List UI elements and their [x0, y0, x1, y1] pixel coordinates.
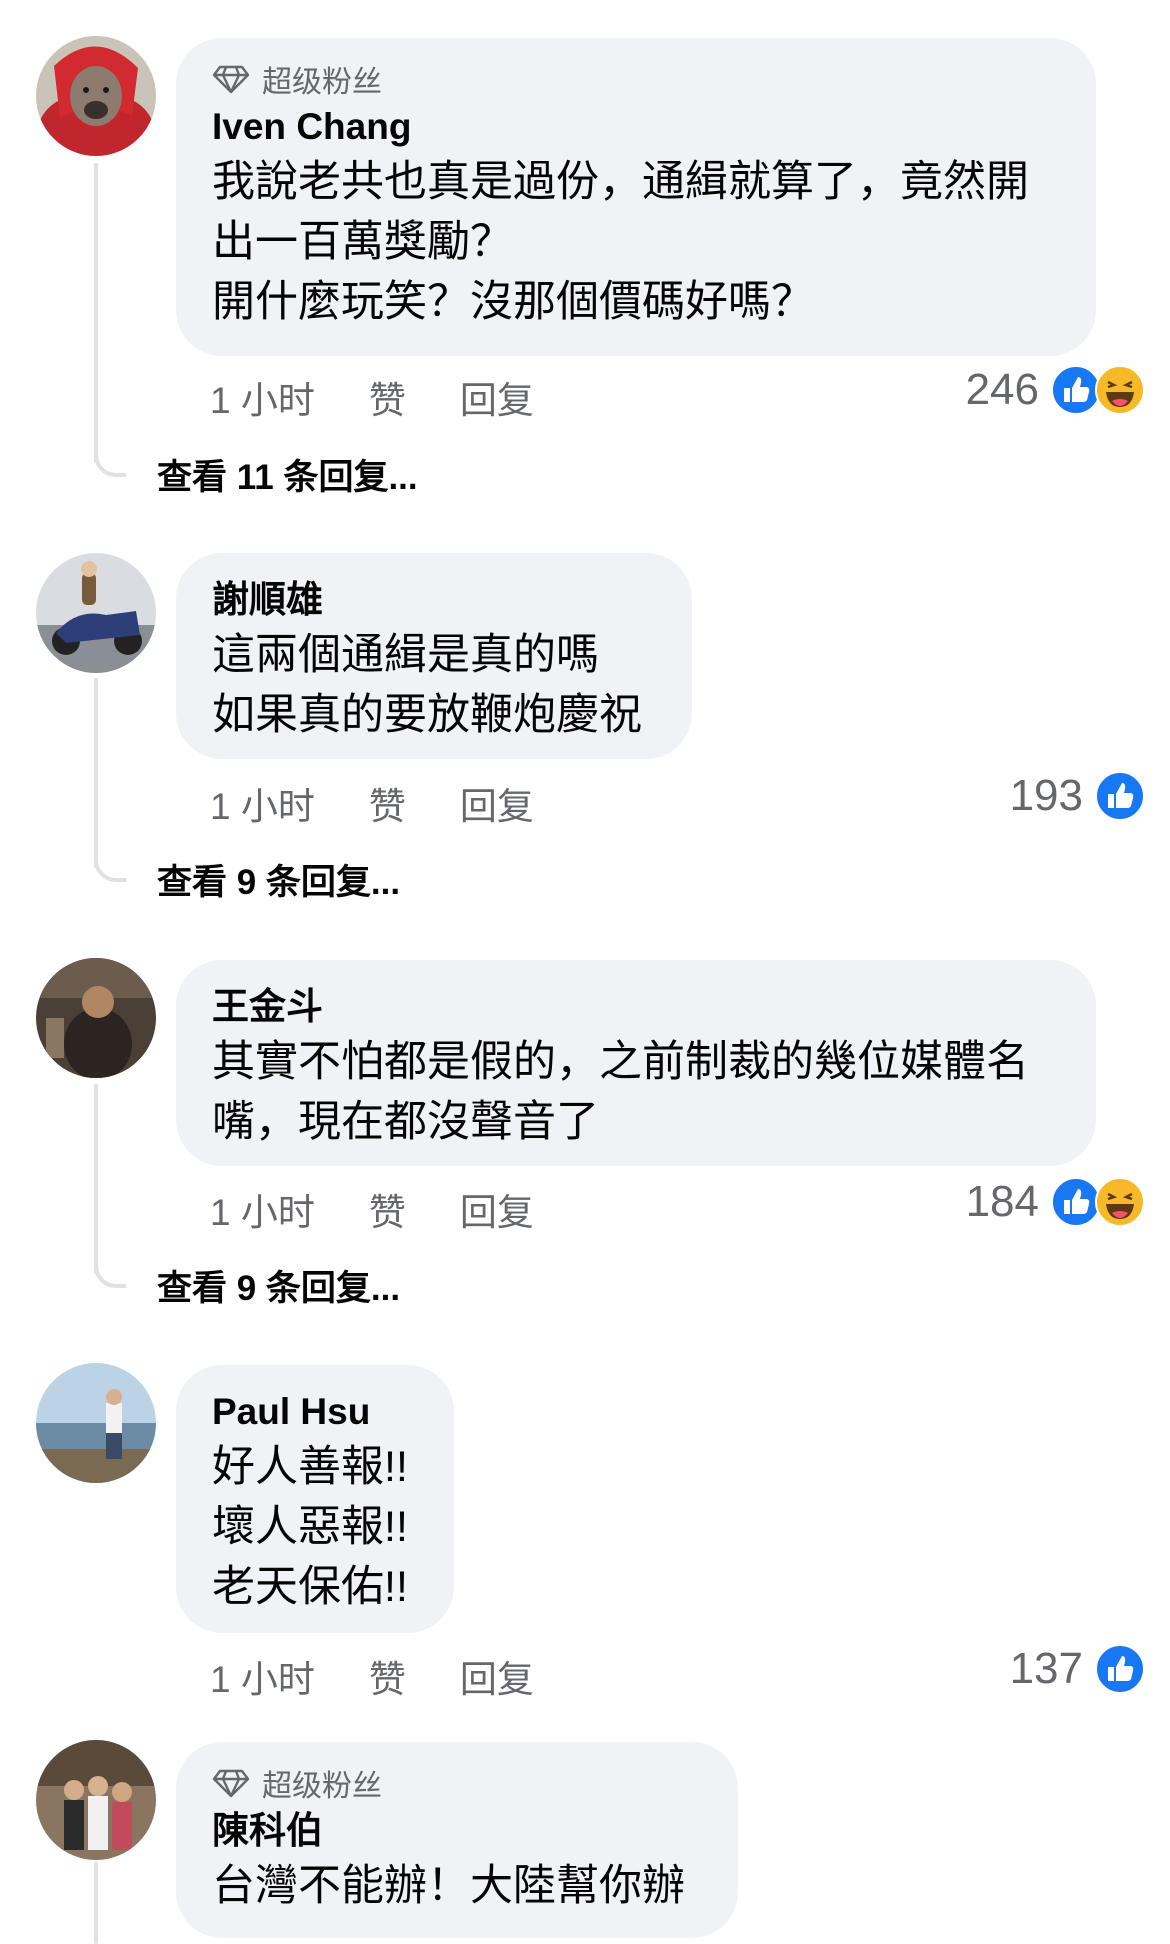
comment-time: 1 小时 — [210, 1192, 315, 1233]
diamond-icon — [212, 1769, 250, 1798]
like-icon — [1095, 771, 1145, 821]
like-button[interactable]: 赞 — [369, 1649, 406, 1703]
comment-author[interactable]: Paul Hsu — [212, 1387, 418, 1437]
avatar-group-photo-image — [36, 1740, 156, 1860]
comment-text-line: 老天保佑!! — [212, 1563, 408, 1611]
haha-icon — [1095, 365, 1145, 415]
reply-button[interactable]: 回复 — [460, 776, 534, 830]
comment-actions: 1 小时 赞 回复 — [210, 1184, 588, 1234]
thread-line — [94, 678, 98, 868]
comment-bubble: 謝順雄 這兩個通緝是真的嗎 如果真的要放鞭炮慶祝 — [176, 553, 692, 759]
reaction-count: 184 — [965, 1177, 1039, 1226]
comment-text-line: 壞人惡報!! — [212, 1503, 408, 1551]
like-icon — [1051, 365, 1101, 415]
top-fan-badge: 超级粉丝 — [212, 60, 1060, 99]
reaction-count: 137 — [1009, 1644, 1083, 1693]
reaction-count: 193 — [1009, 771, 1083, 820]
like-button[interactable]: 赞 — [369, 370, 406, 424]
thread-curve — [94, 850, 126, 882]
reply-button[interactable]: 回复 — [460, 1649, 534, 1703]
reaction-summary[interactable]: 184 — [966, 1174, 1145, 1230]
comment-time: 1 小时 — [210, 1659, 315, 1700]
thread-line — [94, 1084, 98, 1274]
top-fan-badge: 超级粉丝 — [212, 1764, 702, 1803]
thread-curve — [94, 1256, 126, 1288]
like-button[interactable]: 赞 — [369, 1182, 406, 1236]
view-replies-link[interactable]: 查看 11 条回复... — [157, 453, 418, 503]
comment-time: 1 小时 — [210, 380, 315, 421]
avatar[interactable] — [36, 958, 156, 1078]
avatar[interactable] — [36, 1740, 156, 1860]
avatar-lake-image — [36, 1363, 156, 1483]
avatar[interactable] — [36, 36, 156, 156]
comment-actions: 1 小时 赞 回复 — [210, 1651, 588, 1701]
comment-actions: 1 小时 赞 回复 — [210, 372, 588, 422]
thread-line — [94, 163, 98, 463]
comment-text-line: 嘴，現在都沒聲音了 — [212, 1098, 599, 1146]
avatar[interactable] — [36, 1363, 156, 1483]
comment-time: 1 小时 — [210, 786, 315, 827]
reaction-summary[interactable]: 137 — [1010, 1641, 1145, 1697]
avatar[interactable] — [36, 553, 156, 673]
comment-text-line: 這兩個通緝是真的嗎 — [212, 631, 599, 679]
reaction-count: 246 — [965, 365, 1039, 414]
comment-text-line: 好人善報!! — [212, 1443, 408, 1491]
comment-text-line: 其實不怕都是假的，之前制裁的幾位媒體名 — [212, 1038, 1029, 1086]
thread-line — [94, 1862, 98, 1944]
comment-text-line: 我說老共也真是過份，通緝就算了，竟然開 — [212, 158, 1029, 206]
avatar-gym-image — [36, 958, 156, 1078]
comment-author[interactable]: Iven Chang — [212, 102, 1060, 152]
comment-text-line: 如果真的要放鞭炮慶祝 — [212, 691, 642, 739]
like-button[interactable]: 赞 — [369, 776, 406, 830]
reply-button[interactable]: 回复 — [460, 1182, 534, 1236]
comment-bubble: Paul Hsu 好人善報!! 壞人惡報!! 老天保佑!! — [176, 1365, 454, 1633]
diamond-icon — [212, 65, 250, 94]
like-icon — [1051, 1177, 1101, 1227]
comment-bubble: 超级粉丝 Iven Chang 我說老共也真是過份，通緝就算了，竟然開 出一百萬… — [176, 38, 1096, 356]
comment-bubble: 王金斗 其實不怕都是假的，之前制裁的幾位媒體名 嘴，現在都沒聲音了 — [176, 960, 1096, 1166]
badge-label: 超级粉丝 — [262, 1770, 382, 1803]
comment-author[interactable]: 謝順雄 — [212, 575, 656, 625]
comment-author[interactable]: 王金斗 — [212, 982, 1060, 1032]
view-replies-link[interactable]: 查看 9 条回复... — [157, 858, 400, 908]
reply-button[interactable]: 回复 — [460, 370, 534, 424]
comment-bubble: 超级粉丝 陳科伯 台灣不能辦！大陸幫你辦 — [176, 1742, 738, 1938]
haha-icon — [1095, 1177, 1145, 1227]
comment-actions: 1 小时 赞 回复 — [210, 778, 588, 828]
badge-label: 超级粉丝 — [262, 66, 382, 99]
comment-author[interactable]: 陳科伯 — [212, 1806, 702, 1856]
reaction-summary[interactable]: 246 — [966, 362, 1145, 418]
view-replies-link[interactable]: 查看 9 条回复... — [157, 1264, 400, 1314]
reaction-summary[interactable]: 193 — [1010, 768, 1145, 824]
comment-text-line: 台灣不能辦！大陸幫你辦 — [212, 1862, 685, 1910]
avatar-scooter-image — [36, 553, 156, 673]
avatar-dog-image — [36, 36, 156, 156]
comment-text-line: 開什麼玩笑？沒那個價碼好嗎？ — [212, 278, 814, 326]
like-icon — [1095, 1644, 1145, 1694]
thread-curve — [94, 445, 126, 477]
comment-text-line: 出一百萬獎勵？ — [212, 218, 513, 266]
